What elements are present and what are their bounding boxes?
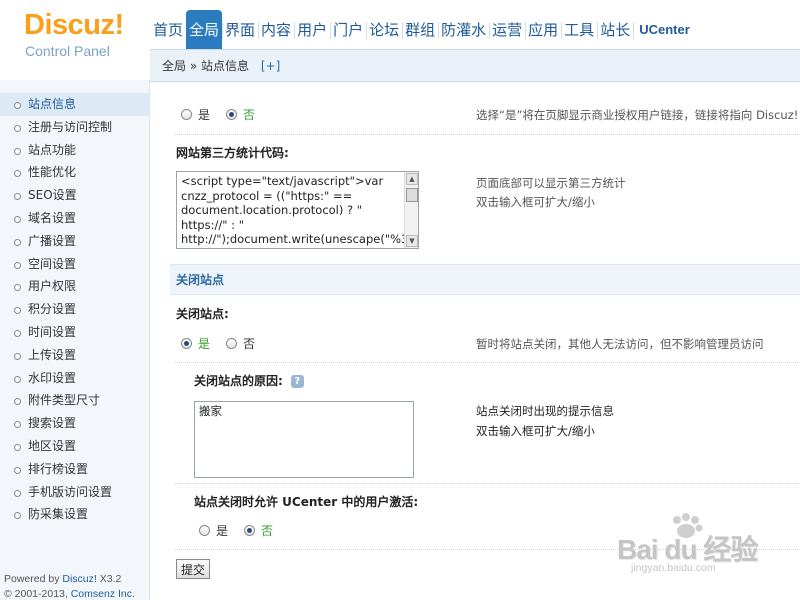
sidebar-item[interactable]: 附件类型尺寸 xyxy=(0,389,149,412)
sidebar-item[interactable]: 上传设置 xyxy=(0,344,149,367)
stat-code-tip: 页面底部可以显示第三方统计 xyxy=(476,176,626,190)
footer: Powered by Discuz! X3.2 © 2001-2013, Com… xyxy=(4,572,135,600)
comsenz-link[interactable]: Comsenz Inc. xyxy=(71,588,135,600)
stat-code-textarea[interactable]: <script type="text/javascript">var cnzz_… xyxy=(176,171,419,249)
nav-item[interactable]: 内容 xyxy=(258,10,294,49)
discuz-link[interactable]: Discuz! xyxy=(62,573,96,585)
breadcrumb: 全局 » 站点信息 [+] xyxy=(150,49,800,82)
section-close-site: 关闭站点 xyxy=(170,264,800,295)
sidebar-item[interactable]: 手机版访问设置 xyxy=(0,481,149,504)
breadcrumb-current: 站点信息 xyxy=(201,59,250,73)
scrollbar[interactable]: ▲ ▼ xyxy=(404,172,418,248)
radio-circle xyxy=(181,109,192,120)
sidebar-item[interactable]: 用户权限 xyxy=(0,275,149,298)
nav-item[interactable]: 全局 xyxy=(186,10,223,49)
breadcrumb-separator: » xyxy=(189,59,198,73)
sidebar-item[interactable]: 性能优化 xyxy=(0,161,149,184)
scrollbar-thumb[interactable] xyxy=(406,188,418,202)
close-site-label: 关闭站点: xyxy=(176,307,229,321)
powered-by: Powered by Discuz! X3.2 xyxy=(4,573,122,585)
nav-item[interactable]: UCenter xyxy=(633,10,696,49)
help-icon[interactable]: ? xyxy=(290,375,304,388)
sidebar-item[interactable]: 站点信息 xyxy=(0,93,149,116)
radio-circle xyxy=(181,338,192,349)
row-divider xyxy=(175,134,800,135)
scroll-up-arrow-icon[interactable]: ▲ xyxy=(406,173,418,185)
submit-button[interactable]: 提交 xyxy=(176,559,210,579)
scroll-down-arrow-icon[interactable]: ▼ xyxy=(406,235,418,247)
nav-item[interactable]: 用户 xyxy=(294,10,330,49)
nav-item[interactable]: 首页 xyxy=(150,10,186,49)
close-reason-textarea[interactable]: 搬家 xyxy=(194,401,414,478)
close-site-yes-radio[interactable]: 是 xyxy=(181,335,210,352)
baidu-jingyan-watermark: Bai du 经验 jingyan.baidu.com xyxy=(617,512,787,582)
sidebar-item[interactable]: 搜索设置 xyxy=(0,412,149,435)
nav-item[interactable]: 应用 xyxy=(525,10,561,49)
logo-subtitle: Control Panel xyxy=(25,43,110,59)
stat-code-tip-resize: 双击输入框可扩大/缩小 xyxy=(476,195,595,209)
license-link-no-radio[interactable]: 否 xyxy=(226,106,255,123)
nav-item[interactable]: 工具 xyxy=(561,10,597,49)
sidebar-item[interactable]: 水印设置 xyxy=(0,367,149,390)
close-reason-tip-resize: 双击输入框可扩大/缩小 xyxy=(476,424,595,438)
copyright: © 2001-2013, Comsenz Inc. xyxy=(4,588,135,600)
stat-code-value: <script type="text/javascript">var cnzz_… xyxy=(181,174,419,246)
row-divider xyxy=(175,362,800,363)
breadcrumb-parent[interactable]: 全局 xyxy=(162,59,186,73)
sidebar-menu: 站点信息 注册与访问控制 站点功能 性能优化 SEO设置 域名设置 广播设置 空间设置 用户权限… xyxy=(0,93,149,526)
radio-circle xyxy=(199,525,210,536)
watermark-url: jingyan.baidu.com xyxy=(631,562,716,574)
nav-item[interactable]: 站长 xyxy=(597,10,633,49)
radio-circle xyxy=(244,525,255,536)
sidebar-item[interactable]: 防采集设置 xyxy=(0,503,149,526)
row-divider xyxy=(175,483,800,484)
sidebar: 站点信息 注册与访问控制 站点功能 性能优化 SEO设置 域名设置 广播设置 空间设置 用户权限… xyxy=(0,80,150,600)
logo-text: Discuz! xyxy=(24,9,124,41)
close-reason-tip: 站点关闭时出现的提示信息 xyxy=(476,404,614,418)
close-site-tip: 暂时将站点关闭，其他人无法访问，但不影响管理员访问 xyxy=(476,337,764,351)
nav-item[interactable]: 论坛 xyxy=(366,10,402,49)
sidebar-item[interactable]: 积分设置 xyxy=(0,298,149,321)
nav-item[interactable]: 门户 xyxy=(330,10,366,49)
sidebar-item[interactable]: 广播设置 xyxy=(0,230,149,253)
sidebar-item[interactable]: 域名设置 xyxy=(0,207,149,230)
sidebar-item[interactable]: 排行榜设置 xyxy=(0,458,149,481)
sidebar-item[interactable]: 空间设置 xyxy=(0,253,149,276)
radio-circle xyxy=(226,338,237,349)
nav-item[interactable]: 群组 xyxy=(402,10,438,49)
discuz-logo[interactable]: Discuz! Control Panel xyxy=(0,0,150,80)
license-link-yes-radio[interactable]: 是 xyxy=(181,106,210,123)
uc-activate-no-radio[interactable]: 否 xyxy=(244,522,273,539)
license-link-tip: 选择“是”将在页脚显示商业授权用户链接，链接将指向 Discuz! xyxy=(476,108,799,122)
sidebar-item[interactable]: SEO设置 xyxy=(0,184,149,207)
nav-item[interactable]: 界面 xyxy=(222,10,258,49)
add-shortcut-button[interactable]: [+] xyxy=(261,59,280,73)
radio-circle xyxy=(226,109,237,120)
sidebar-item[interactable]: 时间设置 xyxy=(0,321,149,344)
nav-item[interactable]: 防灌水 xyxy=(438,10,489,49)
uc-activate-yes-radio[interactable]: 是 xyxy=(199,522,228,539)
stat-code-label: 网站第三方统计代码: xyxy=(176,146,289,160)
header: Discuz! Control Panel 首页 全局 界面 内容 用户 门户 论坛 群组 防灌… xyxy=(0,0,800,80)
sidebar-item[interactable]: 站点功能 xyxy=(0,139,149,162)
top-nav: 首页 全局 界面 内容 用户 门户 论坛 群组 防灌水 运营 应用 工具 站长 UCenter xyxy=(150,10,696,49)
uc-activate-label: 站点关闭时允许 UCenter 中的用户激活: xyxy=(194,495,419,509)
nav-item[interactable]: 运营 xyxy=(489,10,525,49)
sidebar-item[interactable]: 注册与访问控制 xyxy=(0,116,149,139)
close-reason-label: 关闭站点的原因:? xyxy=(194,372,304,389)
sidebar-item[interactable]: 地区设置 xyxy=(0,435,149,458)
close-site-no-radio[interactable]: 否 xyxy=(226,335,255,352)
